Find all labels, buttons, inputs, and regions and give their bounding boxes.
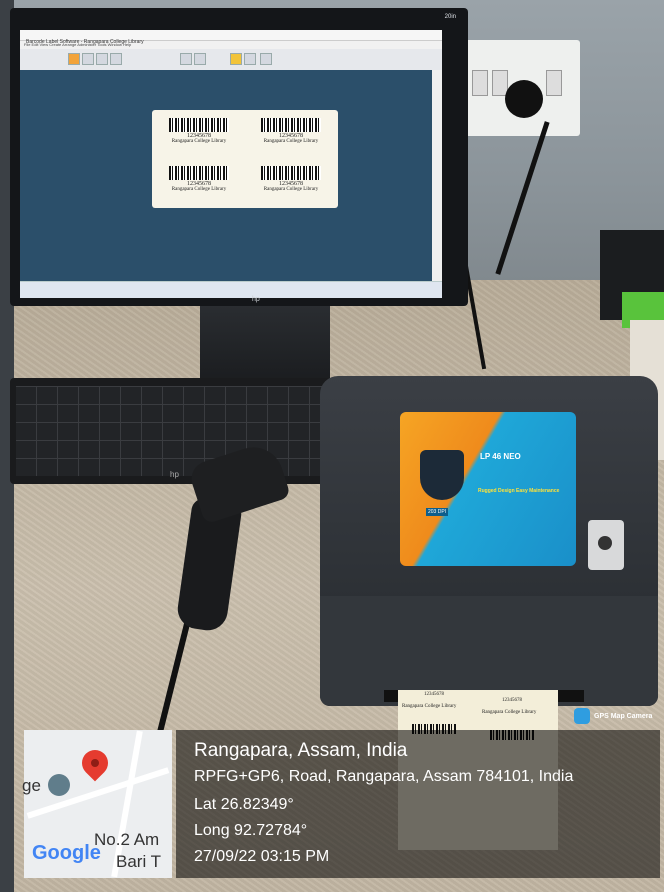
gps-camera-name: GPS Map Camera [594, 712, 653, 720]
app-titlebar: Barcode Label Software - Rangapara Colle… [20, 30, 442, 45]
toolbar-button[interactable] [244, 53, 256, 65]
monitor-corner-text: 20in [444, 14, 456, 20]
keyboard [10, 378, 356, 484]
gps-camera-tag: GPS Map Camera [574, 706, 652, 726]
google-logo: Google [32, 842, 101, 865]
location-address: RPFG+GP6, Road, Rangapara, Assam 784101,… [194, 768, 574, 785]
location-datetime: 27/09/22 03:15 PM [194, 848, 330, 865]
label-preview-sheet: 12345678 Rangapara College Library 12345… [152, 110, 338, 208]
map-label: No.2 Am [94, 830, 160, 849]
monitor-stand [200, 306, 330, 380]
toolbar-button[interactable] [68, 53, 80, 65]
power-plug [505, 80, 543, 118]
location-latitude: Lat 26.82349° [194, 796, 294, 813]
printer-dpi: 203 DPI [426, 508, 449, 516]
printed-library: Rangapara College Library [402, 704, 457, 709]
printer-model: LP 46 NEO [480, 452, 521, 461]
windows-taskbar[interactable] [20, 281, 442, 298]
map-label: ge [22, 776, 41, 795]
barcode-bars [261, 166, 321, 180]
toolbar-button[interactable] [96, 53, 108, 65]
printed-library: Rangapara College Library [482, 710, 537, 715]
gps-camera-icon [574, 708, 590, 724]
toolbar-button[interactable] [194, 53, 206, 65]
keyboard-keys [16, 386, 350, 476]
printer-feed-button[interactable] [598, 536, 612, 550]
location-longitude: Long 92.72784° [194, 822, 308, 839]
graduation-cap-icon [48, 774, 70, 796]
shield-badge-icon [420, 450, 464, 500]
vertical-scrollbar[interactable] [432, 70, 442, 282]
monitor-bezel-top: 20in [10, 8, 468, 30]
app-toolbar [20, 49, 442, 72]
toolbar-button[interactable] [110, 53, 122, 65]
barcode-library: Rangapara College Library [263, 187, 319, 192]
barcode-bars [169, 166, 229, 180]
toolbar-button[interactable] [180, 53, 192, 65]
printer-tagline: Rugged Design Easy Maintenance [478, 488, 560, 494]
barcode-label: 12345678 Rangapara College Library [158, 114, 240, 158]
photo-scene: 20in Barcode Label Software - Rangapara … [0, 0, 664, 892]
toolbar-button[interactable] [230, 53, 242, 65]
printed-number: 12345678 [502, 698, 522, 703]
barcode-bars [169, 118, 229, 132]
location-place: Rangapara, Assam, India [194, 740, 408, 761]
socket-switch [546, 70, 562, 96]
barcode-label: 12345678 Rangapara College Library [158, 162, 240, 206]
toolbar-button[interactable] [82, 53, 94, 65]
google-logo-text: Google [32, 842, 101, 864]
barcode-label: 12345678 Rangapara College Library [250, 162, 332, 206]
socket-switch [472, 70, 488, 96]
printed-number: 12345678 [424, 692, 444, 697]
map-pin-center [91, 759, 99, 767]
barcode-library: Rangapara College Library [171, 187, 227, 192]
map-label: Bari T [116, 852, 162, 871]
app-menubar[interactable]: File Edit View Create Arrange Administer… [20, 41, 442, 49]
keyboard-logo: hp [170, 470, 179, 479]
barcode-library: Rangapara College Library [171, 139, 227, 144]
monitor-logo: hp [252, 296, 260, 303]
barcode-bars [261, 118, 321, 132]
barcode-label: 12345678 Rangapara College Library [250, 114, 332, 158]
barcode-library: Rangapara College Library [263, 139, 319, 144]
toolbar-button[interactable] [260, 53, 272, 65]
